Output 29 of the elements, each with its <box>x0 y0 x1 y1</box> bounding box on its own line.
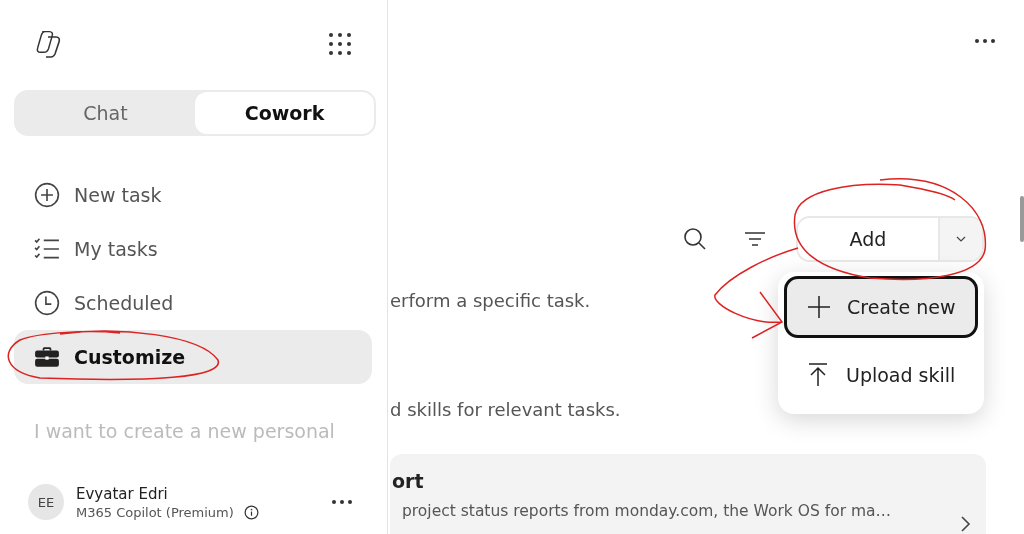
clock-icon <box>34 290 60 316</box>
nav-item[interactable]: Customize <box>14 330 372 384</box>
upload-icon <box>806 363 830 387</box>
more-icon[interactable] <box>331 499 353 505</box>
skill-title: ort <box>392 470 424 492</box>
mode-tab[interactable]: Cowork <box>195 92 374 134</box>
add-split-button[interactable]: Add <box>796 216 984 262</box>
user-avatar[interactable]: EE <box>28 484 64 520</box>
menu-item[interactable]: Create new <box>784 276 978 338</box>
description-text: erform a specific task. <box>390 290 591 311</box>
nav-item[interactable]: New task <box>14 168 372 222</box>
app-launcher-icon[interactable] <box>327 31 353 57</box>
scrollbar-thumb[interactable] <box>1020 196 1024 242</box>
add-icon <box>34 182 60 208</box>
info-icon[interactable] <box>243 504 259 520</box>
skill-card[interactable]: ort project status reports from monday.com, the Work OS for ma… <box>390 454 986 534</box>
chevron-right-icon[interactable] <box>958 514 972 534</box>
more-icon[interactable] <box>974 38 996 44</box>
plan-label: M365 Copilot (Premium) <box>76 504 234 520</box>
description-text: d skills for relevant tasks. <box>390 399 621 420</box>
user-name: Evyatar Edri <box>76 484 169 503</box>
search-icon[interactable] <box>682 226 708 252</box>
briefcase-icon <box>34 344 60 370</box>
nav-item[interactable]: Scheduled <box>14 276 372 330</box>
prompt-text: I want to create a new personal <box>33 420 336 442</box>
skill-description: project status reports from monday.com, the Work OS for ma… <box>401 502 892 520</box>
mode-tab[interactable]: Chat <box>16 92 195 134</box>
nav-item[interactable]: My tasks <box>14 222 372 276</box>
plus-icon <box>807 295 831 319</box>
